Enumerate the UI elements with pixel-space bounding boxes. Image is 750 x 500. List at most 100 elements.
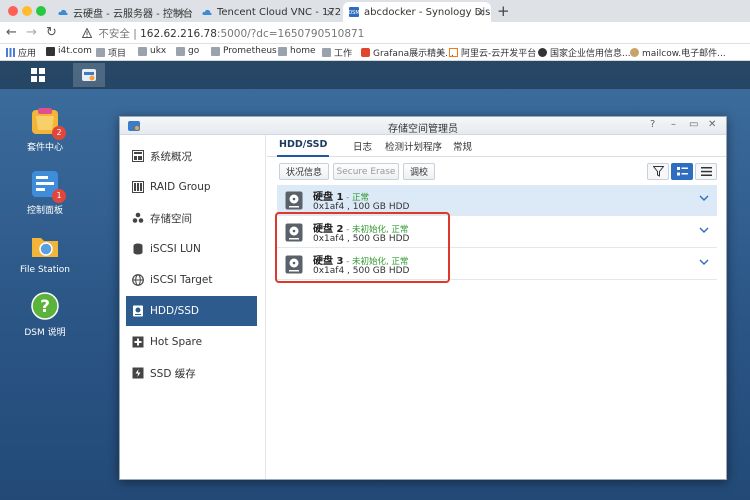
tab-test-scheduler[interactable]: 检测计划程序	[385, 139, 442, 153]
disk-info: 0x1af4 , 100 GB HDD	[313, 202, 410, 212]
address-bar: ← → ↻ 不安全 | 162.62.216.78:5000/?dc=16507…	[0, 22, 750, 44]
lun-icon	[133, 243, 143, 255]
calibrate-button[interactable]: 调校	[403, 163, 435, 180]
sidebar-item-label: 系统概况	[150, 150, 192, 163]
sidebar-item-label: iSCSI Target	[150, 274, 213, 286]
overview-icon	[132, 150, 144, 162]
desktop-icon-dsm-help[interactable]: ? DSM 说明	[5, 291, 85, 338]
tab-title: Tencent Cloud VNC - 172.28.0	[217, 6, 341, 18]
secure-erase-button[interactable]: Secure Erase	[333, 163, 399, 180]
bookmark-item[interactable]: Grafana展示精美...	[361, 46, 454, 59]
reload-icon[interactable]: ↻	[46, 25, 57, 40]
browser-tab-active[interactable]: DSM abcdocker - Synology DiskStat ×	[343, 2, 491, 22]
bookmark-apps[interactable]: 应用	[6, 46, 36, 59]
main-panel: HDD/SSD 日志 检测计划程序 常规 状况信息 Secure Erase 调…	[267, 135, 726, 479]
maximize-button[interactable]: ▭	[689, 119, 698, 130]
bookmark-item[interactable]: mailcow.电子邮件...	[630, 46, 726, 59]
browser-tab[interactable]: 云硬盘 - 云服务器 - 控制台 ×	[52, 2, 192, 22]
window-titlebar[interactable]: 存储空间管理员 ? – ▭ ✕	[120, 117, 726, 135]
sidebar-item-volume[interactable]: 存储空间	[126, 203, 257, 233]
browser-tab[interactable]: Tencent Cloud VNC - 172.28.0 ×	[196, 2, 341, 22]
disk-title: 硬盘 1 - 正常	[313, 188, 369, 203]
chevron-down-icon[interactable]	[699, 193, 709, 203]
sidebar-item-ssd-cache[interactable]: SSD 缓存	[126, 358, 257, 388]
ssd-cache-icon	[132, 367, 144, 379]
sidebar-item-iscsi-lun[interactable]: iSCSI LUN	[126, 234, 257, 264]
minimize-window-button[interactable]	[22, 6, 32, 16]
hard-disk-icon	[285, 191, 303, 210]
globe-icon	[538, 48, 547, 57]
grafana-icon	[361, 48, 370, 57]
close-tab-icon[interactable]: ×	[177, 6, 186, 19]
chevron-down-icon[interactable]	[699, 257, 709, 267]
bookmark-item[interactable]: Prometheus	[211, 46, 277, 56]
sidebar-item-label: SSD 缓存	[150, 367, 196, 380]
list-icon	[700, 167, 712, 176]
svg-text:?: ?	[40, 297, 50, 317]
bookmark-item[interactable]: 国家企业信用信息...	[538, 46, 631, 59]
sidebar-item-hdd-ssd[interactable]: HDD/SSD	[126, 296, 257, 326]
storage-manager-window: 存储空间管理员 ? – ▭ ✕ 系统概况 RAID Group 存储空间 iSC…	[119, 116, 727, 480]
package-center-icon: 2	[30, 106, 66, 140]
bookmark-item[interactable]: 工作	[322, 46, 352, 59]
bookmark-item[interactable]: 阿里云-云开发平台	[449, 46, 536, 59]
sidebar-item-raid-group[interactable]: RAID Group	[126, 172, 257, 202]
new-tab-button[interactable]: +	[497, 2, 510, 20]
sidebar-item-label: iSCSI LUN	[150, 243, 201, 255]
minimize-button[interactable]: –	[671, 119, 676, 130]
subtab-bar: HDD/SSD 日志 检测计划程序 常规	[267, 135, 726, 157]
list-view-button[interactable]	[695, 163, 717, 180]
cloud-icon	[202, 9, 212, 15]
bookmark-item[interactable]: ukx	[138, 46, 166, 56]
sidebar-item-overview[interactable]: 系统概况	[126, 141, 257, 171]
close-button[interactable]: ✕	[708, 119, 716, 130]
filter-icon	[652, 166, 664, 177]
globe-icon	[132, 274, 144, 286]
folder-icon	[138, 46, 147, 56]
sidebar-item-label: 存储空间	[150, 212, 192, 225]
dsm-taskbar	[0, 61, 750, 89]
bookmark-item[interactable]: home	[278, 46, 316, 56]
notification-badge: 2	[52, 126, 66, 140]
close-tab-icon[interactable]: ×	[326, 6, 335, 19]
close-window-button[interactable]	[8, 6, 18, 16]
desktop-icon-file-station[interactable]: File Station	[5, 231, 85, 275]
warning-icon	[82, 28, 92, 38]
bookmark-item[interactable]: go	[176, 46, 199, 56]
svg-text:DSM: DSM	[349, 10, 359, 16]
zoom-window-button[interactable]	[36, 6, 46, 16]
desktop-icon-control-panel[interactable]: 1 控制面板	[5, 169, 85, 216]
control-panel-icon: 1	[30, 169, 66, 203]
sidebar-item-label: RAID Group	[150, 181, 211, 193]
health-info-button[interactable]: 状况信息	[279, 163, 329, 180]
sidebar-item-hot-spare[interactable]: Hot Spare	[126, 327, 257, 357]
chevron-down-icon[interactable]	[699, 225, 709, 235]
desktop-icon-label: File Station	[20, 265, 70, 275]
folder-icon	[30, 231, 60, 261]
back-arrow-icon[interactable]: ←	[6, 25, 17, 40]
bookmark-item[interactable]: i4t.com	[46, 46, 92, 56]
tab-title: abcdocker - Synology DiskStat	[364, 6, 491, 18]
bookmarks-bar: 应用 i4t.com 项目 ukx go Prometheus home 工作 …	[0, 44, 750, 61]
sidebar-item-iscsi-target[interactable]: iSCSI Target	[126, 265, 257, 295]
help-button[interactable]: ?	[650, 119, 655, 130]
taskbar-storage-manager[interactable]	[73, 63, 105, 87]
tab-log[interactable]: 日志	[353, 139, 372, 153]
folder-icon	[322, 48, 331, 57]
url-field[interactable]: 不安全 | 162.62.216.78:5000/?dc=16507905108…	[82, 26, 364, 41]
desktop-icon-label: 套件中心	[26, 143, 63, 153]
sidebar: 系统概况 RAID Group 存储空间 iSCSI LUN iSCSI Tar…	[120, 135, 266, 479]
bookmark-item[interactable]: 项目	[96, 46, 126, 59]
tab-hdd-ssd[interactable]: HDD/SSD	[279, 139, 327, 150]
desktop-icon-package-center[interactable]: 2 套件中心	[5, 106, 85, 153]
mailcow-icon	[630, 48, 639, 57]
help-icon: ?	[30, 291, 60, 321]
tab-title: 云硬盘 - 云服务器 - 控制台	[73, 8, 192, 20]
main-menu-button[interactable]	[22, 63, 54, 87]
volume-icon	[132, 212, 144, 223]
forward-arrow-icon[interactable]: →	[26, 25, 37, 40]
close-tab-icon[interactable]: ×	[476, 6, 485, 19]
tab-general[interactable]: 常规	[453, 139, 472, 153]
detail-view-button[interactable]	[671, 163, 693, 180]
filter-button[interactable]	[647, 163, 669, 180]
